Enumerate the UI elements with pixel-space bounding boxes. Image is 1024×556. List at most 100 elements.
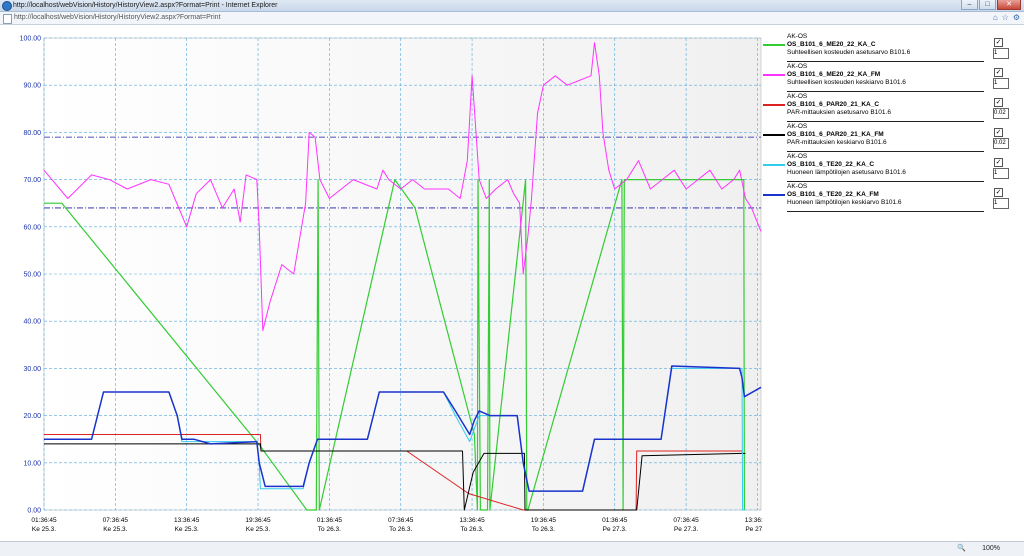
legend-group: AK-OS [787,153,808,160]
x-tick-time: 01:36:45 [317,517,343,524]
legend-description: Suhteellisen kosteuden asetusarvo B101.6 [787,49,911,56]
x-tick-day: To 26.3. [532,526,555,533]
legend-divider [787,91,984,92]
legend-tag: OS_B101_6_PAR20_21_KA_FM [787,131,884,138]
page-icon [3,14,12,24]
legend-item: AK-OS OS_B101_6_TE20_22_KA_FM Huoneen lämp… [763,183,1013,213]
y-tick-label: 50.00 [23,272,41,279]
status-bar: 🔍 100% [0,541,1024,556]
x-tick-time: 19:36:45 [245,517,271,524]
legend-swatch [763,194,785,196]
x-tick-day: Ke 25.3. [175,526,199,533]
legend-divider [787,61,984,62]
x-tick-day: Pe 27.3. [603,526,627,533]
x-tick-time: 01:36:45 [602,517,628,524]
legend-item: AK-OS OS_B101_6_TE20_22_KA_C Huoneen lämpö… [763,153,1013,183]
series-visible-checkbox[interactable]: ✓ [994,128,1003,137]
x-tick-time: 13:36:45 [174,517,200,524]
window-title: http://localhost/webVision/History/Histo… [13,2,278,9]
window-title-bar: http://localhost/webVision/History/Histo… [0,0,1024,12]
y-tick-label: 60.00 [23,224,41,231]
series-visible-checkbox[interactable]: ✓ [994,98,1003,107]
x-tick-time: 07:36:45 [103,517,129,524]
legend-description: Huoneen lämpötilojen keskiarvo B101.6 [787,199,902,206]
maximize-button[interactable]: □ [979,0,996,10]
address-url[interactable]: http://localhost/webVision/History/Histo… [14,12,221,24]
series-scale-input[interactable]: 0.02 [993,138,1009,149]
legend-divider [787,151,984,152]
series-visible-checkbox[interactable]: ✓ [994,188,1003,197]
legend-swatch [763,104,785,106]
series-scale-input[interactable]: 1 [993,48,1009,59]
legend-swatch [763,134,785,136]
minimize-button[interactable]: – [961,0,978,10]
window-controls: – □ ✕ [961,0,1021,10]
x-tick-day: Ke 25.3. [32,526,56,533]
zoom-icon[interactable]: 🔍 [957,545,966,553]
x-tick-time: 13:36:45 [745,517,763,524]
legend-item: AK-OS OS_B101_6_ME20_22_KA_FM Suhteellisen… [763,63,1013,93]
series-visible-checkbox[interactable]: ✓ [994,158,1003,167]
legend-description: PAR-mittauksien keskiarvo B101.6 [787,139,887,146]
x-tick-time: 01:36:45 [31,517,57,524]
x-tick-day: Pe 27.3. [674,526,698,533]
address-bar[interactable]: http://localhost/webVision/History/Histo… [0,12,1024,25]
x-tick-day: Ke 25.3. [103,526,127,533]
x-tick-day: To 26.3. [318,526,341,533]
legend-swatch [763,74,785,76]
zoom-level[interactable]: 100% [982,542,1000,556]
favorites-icon[interactable]: ☆ [1002,13,1009,23]
legend-item: AK-OS OS_B101_6_PAR20_21_KA_FM PAR-mittauk… [763,123,1013,153]
legend-divider [787,181,984,182]
legend-tag: OS_B101_6_TE20_22_KA_C [787,161,875,168]
y-tick-label: 90.00 [23,83,41,90]
y-tick-label: 0.00 [27,508,41,515]
legend-panel: AK-OS OS_B101_6_ME20_22_KA_C Suhteellisen … [763,30,1024,534]
series-scale-input[interactable]: 1 [993,168,1009,179]
home-icon[interactable]: ⌂ [993,13,998,23]
y-tick-label: 10.00 [23,460,41,467]
legend-swatch [763,44,785,46]
x-tick-day: To 26.3. [460,526,483,533]
y-tick-label: 40.00 [23,319,41,326]
tools-icon[interactable]: ⚙ [1013,13,1020,23]
series-scale-input[interactable]: 1 [993,198,1009,209]
legend-group: AK-OS [787,33,808,40]
legend-tag: OS_B101_6_ME20_22_KA_FM [787,71,881,78]
x-tick-time: 07:36:45 [673,517,699,524]
y-tick-label: 30.00 [23,366,41,373]
close-button[interactable]: ✕ [997,0,1021,10]
chart-svg: 0.00 10.00 20.00 30.00 40.00 50.00 60.00 70.00 8… [20,36,771,534]
series-scale-input[interactable]: 1 [993,78,1009,89]
legend-group: AK-OS [787,123,808,130]
x-tick-time: 13:36:45 [459,517,485,524]
series-scale-input[interactable]: 0.02 [993,108,1009,119]
legend-tag: OS_B101_6_TE20_22_KA_FM [787,191,879,198]
legend-group: AK-OS [787,93,808,100]
y-tick-label: 20.00 [23,413,41,420]
series-visible-checkbox[interactable]: ✓ [994,68,1003,77]
legend-tag: OS_B101_6_ME20_22_KA_C [787,41,876,48]
legend-divider [787,211,984,212]
x-axis-ticks: 01:36:45 Ke 25.3. 07:36:45 Ke 25.3. 13:36:45… [31,517,770,533]
browser-toolbar: ⌂ ☆ ⚙ [993,13,1020,23]
legend-group: AK-OS [787,63,808,70]
internet-explorer-icon [2,1,12,11]
y-axis-ticks: 0.00 10.00 20.00 30.00 40.00 50.00 60.00 70.00 8… [20,36,42,515]
legend-group: AK-OS [787,183,808,190]
legend-description: Suhteellisen kosteuden keskiarvo B101.6 [787,79,906,86]
legend-item: AK-OS OS_B101_6_ME20_22_KA_C Suhteellisen … [763,33,1013,63]
legend-item: AK-OS OS_B101_6_PAR20_21_KA_C PAR-mittauks… [763,93,1013,123]
x-tick-day: Ke 25.3. [246,526,270,533]
legend-description: PAR-mittauksien asetusarvo B101.6 [787,109,891,116]
x-tick-time: 19:36:45 [531,517,557,524]
y-tick-label: 100.00 [20,36,42,43]
legend-tag: OS_B101_6_PAR20_21_KA_C [787,101,880,108]
series-visible-checkbox[interactable]: ✓ [994,38,1003,47]
y-tick-label: 80.00 [23,130,41,137]
x-tick-time: 07:36:45 [388,517,414,524]
y-tick-label: 70.00 [23,177,41,184]
legend-divider [787,121,984,122]
legend-swatch [763,164,785,166]
history-chart: 0.00 10.00 20.00 30.00 40.00 50.00 60.00 70.00 8… [11,30,771,534]
